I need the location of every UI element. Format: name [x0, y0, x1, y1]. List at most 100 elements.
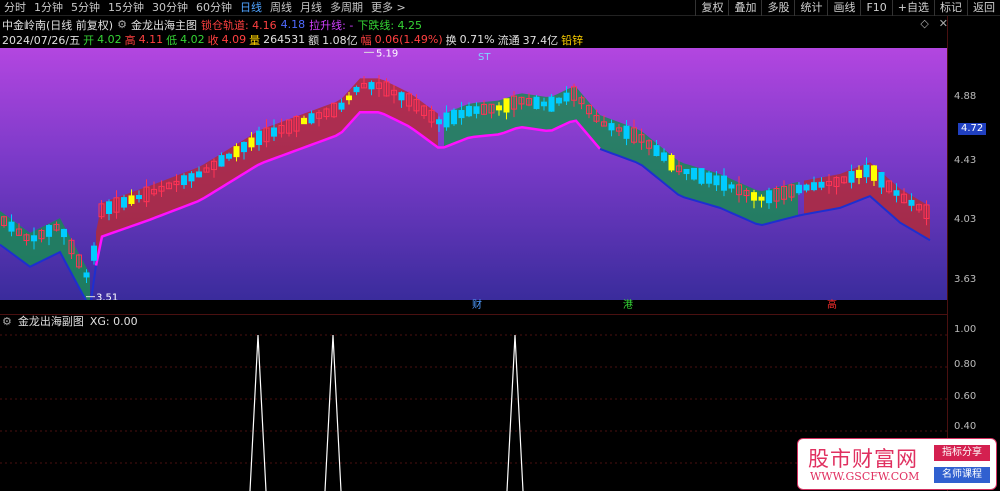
axis-tick-2: 4.43	[954, 155, 977, 166]
axis-tick-4: 3.63	[954, 274, 977, 285]
period-tab[interactable]: 5分钟	[67, 0, 104, 16]
axis-tick-3: 4.03	[954, 214, 977, 225]
candle-body	[136, 195, 142, 200]
period-tab[interactable]: 多周期	[326, 0, 367, 16]
candle-body	[706, 172, 712, 184]
candle-body	[856, 169, 862, 178]
candle-body	[503, 98, 510, 113]
candle-body	[818, 181, 825, 188]
toolbar-button[interactable]: 返回	[967, 0, 1000, 16]
toolbar-button[interactable]: 复权	[695, 0, 728, 16]
candle-body	[713, 175, 720, 186]
candle-body	[668, 154, 675, 171]
settings-gear-icon[interactable]: ⚙	[117, 18, 127, 31]
candle-body	[661, 152, 667, 161]
candle-body	[338, 102, 345, 110]
stock-name: 中金岭南(日线 前复权)	[2, 18, 114, 32]
toolbar-button[interactable]: +自选	[891, 0, 934, 16]
toolbar-button[interactable]: 多股	[761, 0, 794, 16]
candle-body	[683, 168, 690, 175]
event-marker[interactable]: 港	[622, 300, 634, 312]
sub-axis-tick-4: 0.40	[954, 421, 977, 432]
toolbar-button[interactable]: F10	[860, 0, 891, 16]
candle-body	[61, 228, 67, 238]
candle-body	[541, 101, 547, 107]
candle-body	[863, 164, 870, 178]
current-price-tag: 4.72	[958, 123, 987, 135]
period-tab[interactable]: 周线	[266, 0, 296, 16]
period-tab[interactable]: 60分钟	[192, 0, 236, 16]
candle-body	[256, 130, 262, 146]
candle-body	[443, 112, 450, 128]
toolbar-button[interactable]: 标记	[934, 0, 967, 16]
period-tab[interactable]: 月线	[296, 0, 326, 16]
period-tab[interactable]: 1分钟	[30, 0, 67, 16]
candle-body	[466, 105, 472, 117]
ad-tag-indicators: 指标分享	[934, 445, 990, 461]
high-price-label: 5.19	[376, 48, 398, 59]
candle-body	[8, 221, 15, 232]
candle-body	[226, 153, 232, 159]
sector-tag[interactable]: 铅锌	[561, 32, 583, 48]
main-candlestick-chart[interactable]: 5.19 3.51 ST	[0, 48, 947, 300]
ad-tag-courses: 名师课程	[934, 467, 990, 483]
ad-title: 股市财富网	[808, 447, 918, 471]
quote-date: 2024/07/26/五	[2, 33, 81, 47]
candle-body	[608, 123, 615, 131]
lock-track-cloud-red	[96, 78, 438, 266]
period-tab[interactable]: 日线	[236, 0, 266, 16]
toolbar-button[interactable]: 叠加	[728, 0, 761, 16]
event-marker[interactable]: 高	[826, 300, 838, 312]
candle-body	[128, 195, 135, 204]
candle-body	[691, 167, 697, 180]
candle-body	[623, 125, 630, 139]
period-tab[interactable]: 15分钟	[104, 0, 148, 16]
amount-label: 额	[308, 33, 320, 47]
diamond-icon[interactable]: ◇	[920, 17, 928, 30]
toolbar-button[interactable]: 统计	[794, 0, 827, 16]
period-tab[interactable]: 更多 >	[367, 0, 410, 16]
open-label: 开	[83, 33, 95, 47]
candle-body	[353, 86, 360, 93]
axis-tick-1: 4.88	[954, 91, 977, 102]
period-toolbar: 分时 1分钟 5分钟 15分钟 30分钟 60分钟 日线 周线 月线 多周期 更多 > 复权 叠加 多股…	[0, 0, 1000, 16]
open-value: 4.02	[97, 33, 122, 46]
turnover-label: 换	[445, 33, 457, 47]
candle-body	[563, 92, 570, 102]
candle-body	[758, 196, 765, 201]
candle-body	[803, 184, 810, 191]
toolbar-button[interactable]: 画线	[827, 0, 860, 16]
candle-body	[458, 110, 465, 119]
candle-body	[188, 173, 195, 182]
candle-body	[196, 171, 202, 178]
candle-body	[233, 146, 240, 158]
candle-body	[893, 190, 900, 196]
event-marker-row: 财港高	[0, 300, 947, 312]
event-marker[interactable]: 财	[471, 300, 483, 312]
volume-label: 量	[249, 33, 261, 47]
indicator-name[interactable]: 金龙出海主图	[131, 17, 197, 33]
candle-body	[301, 117, 307, 125]
fall-line-value: 下跌线: 4.25	[357, 18, 423, 32]
sub-indicator-name[interactable]: 金龙出海副图	[18, 313, 84, 329]
sub-axis-tick-3: 0.60	[954, 391, 977, 402]
candle-body	[308, 113, 315, 124]
candle-body	[473, 106, 480, 114]
candle-body	[548, 96, 555, 112]
candle-body	[31, 235, 37, 242]
candle-body	[121, 197, 127, 208]
price-axis: 4.88 4.72 4.43 4.03 3.63 1.00 0.80 0.60 …	[947, 16, 1000, 491]
ad-url: WWW.GSCFW.COM	[810, 470, 920, 483]
change-label: 幅	[360, 33, 372, 47]
period-tab[interactable]: 分时	[0, 0, 30, 16]
chart-title-row: 中金岭南(日线 前复权) ⚙ 金龙出海主图 锁仓轨道: 4.16 4.18 拉升…	[2, 17, 422, 32]
candle-body	[848, 171, 855, 183]
candle-body	[368, 82, 375, 90]
period-tab[interactable]: 30分钟	[148, 0, 192, 16]
sub-settings-gear-icon[interactable]: ⚙	[2, 315, 12, 328]
candle-body	[398, 92, 405, 101]
candle-body	[91, 245, 97, 261]
candle-body	[248, 137, 255, 148]
period-tabs: 分时 1分钟 5分钟 15分钟 30分钟 60分钟 日线 周线 月线 多周期 更多 >	[0, 0, 410, 16]
candle-body	[83, 272, 90, 278]
